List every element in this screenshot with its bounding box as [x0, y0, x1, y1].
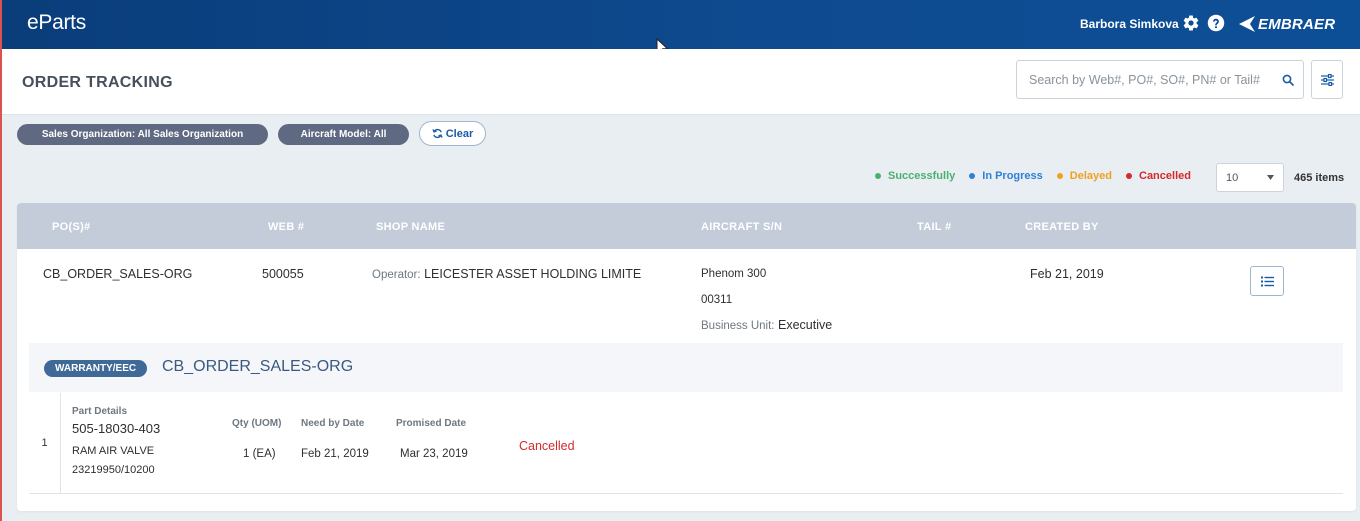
col-tail[interactable]: TAIL # [917, 221, 951, 233]
clear-filters-button[interactable]: Clear [419, 121, 486, 146]
part-details-label: Part Details [72, 406, 128, 417]
col-created-by[interactable]: CREATED BY [1025, 221, 1099, 233]
promised-date-value: Mar 23, 2019 [400, 448, 468, 460]
legend-dot [969, 173, 976, 179]
legend-successfully: Successfully [875, 170, 955, 182]
col-po[interactable]: PO(S)# [52, 221, 90, 233]
part-reference: 23219950/10200 [72, 464, 155, 476]
aircraft-model: Phenom 300 [701, 268, 767, 280]
business-unit-label: Business Unit: [701, 320, 775, 332]
status-legend: Successfully In Progress Delayed Cancell… [875, 170, 1191, 182]
row-po[interactable]: CB_ORDER_SALES-ORG [43, 267, 192, 281]
gear-icon[interactable] [1182, 14, 1200, 32]
order-details-button[interactable] [1250, 266, 1284, 296]
order-group-header: WARRANTY/EEC CB_ORDER_SALES-ORG [29, 343, 1343, 392]
advanced-filter-button[interactable] [1311, 60, 1343, 99]
sales-org-filter-chip[interactable]: Sales Organization: All Sales Organizati… [17, 124, 268, 145]
order-group-title: CB_ORDER_SALES-ORG [162, 358, 354, 375]
aircraft-sn: 00311 [701, 294, 733, 306]
items-count: 465 items [1294, 172, 1345, 184]
embraer-logo: EMBRAER [1236, 14, 1335, 34]
list-icon [1260, 276, 1274, 286]
top-navbar: eParts Barbora Simkova EMBRAER [2, 0, 1360, 57]
order-line-row: 1 Part Details 505-18030-403 RAM AIR VAL… [29, 393, 1343, 494]
legend-dot [875, 173, 881, 179]
order-type-badge: WARRANTY/EEC [44, 360, 148, 377]
page-header: ORDER TRACKING [2, 49, 1360, 115]
embraer-wing-icon [1239, 16, 1255, 32]
app-logo[interactable]: eParts [27, 11, 86, 35]
legend-dot [1056, 173, 1063, 179]
row-shop: Operator: LEICESTER ASSET HOLDING LIMITE [372, 267, 641, 281]
page-size-value: 10 [1226, 171, 1239, 184]
legend-in-progress: In Progress [969, 170, 1043, 182]
col-aircraft-sn[interactable]: AIRCRAFT S/N [701, 221, 782, 233]
row-created: Feb 21, 2019 [1030, 267, 1104, 281]
user-name[interactable]: Barbora Simkova [1080, 17, 1179, 31]
search-icon [1282, 74, 1294, 86]
legend-cancelled: Cancelled [1126, 170, 1191, 182]
caret-down-icon [1267, 175, 1274, 180]
line-number: 1 [29, 393, 61, 493]
need-date-value: Feb 21, 2019 [301, 448, 369, 460]
page-size-select[interactable]: 10 [1216, 163, 1284, 192]
orders-table: PO(S)# WEB # SHOP NAME AIRCRAFT S/N TAIL… [17, 203, 1356, 511]
legend-dot [1126, 173, 1132, 179]
help-icon[interactable] [1207, 14, 1225, 32]
qty-value: 1 (EA) [243, 448, 276, 460]
part-description: RAM AIR VALVE [72, 445, 155, 457]
search-input[interactable] [1016, 60, 1274, 99]
promised-date-label: Promised Date [396, 418, 467, 429]
qty-label: Qty (UOM) [232, 418, 282, 429]
col-shop-name[interactable]: SHOP NAME [376, 221, 445, 233]
row-web: 500055 [262, 267, 304, 281]
operator-label: Operator: [372, 269, 421, 281]
col-web[interactable]: WEB # [268, 221, 304, 233]
operator-name: LEICESTER ASSET HOLDING LIMITE [424, 267, 642, 281]
line-status: Cancelled [519, 439, 575, 453]
aircraft-model-filter-chip[interactable]: Aircraft Model: All [278, 124, 409, 145]
business-unit-value: Executive [778, 318, 833, 332]
part-number[interactable]: 505-18030-403 [72, 421, 160, 436]
sliders-icon [1320, 73, 1334, 86]
clear-label: Clear [445, 127, 474, 140]
refresh-icon [432, 128, 443, 139]
table-header: PO(S)# WEB # SHOP NAME AIRCRAFT S/N TAIL… [17, 203, 1356, 249]
need-date-label: Need by Date [301, 418, 365, 429]
legend-delayed: Delayed [1056, 170, 1112, 182]
search-button[interactable] [1273, 60, 1304, 99]
page-title: ORDER TRACKING [22, 74, 173, 91]
business-unit: Business Unit: Executive [701, 318, 832, 332]
